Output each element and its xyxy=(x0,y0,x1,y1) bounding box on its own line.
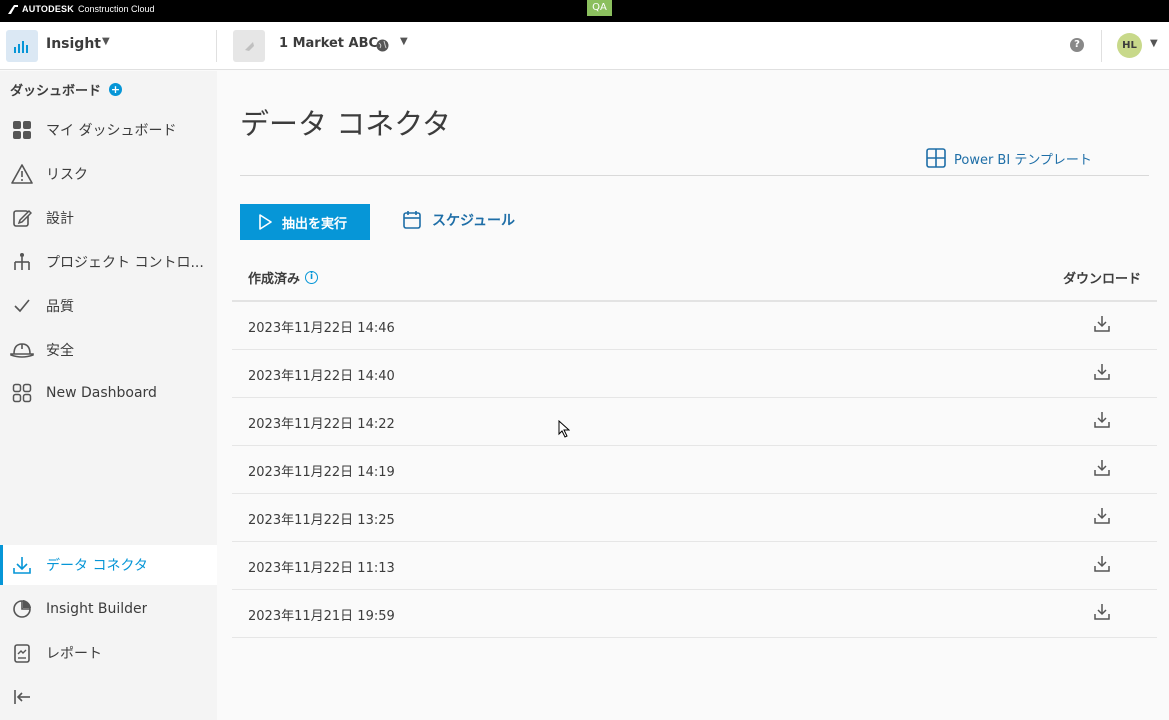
table-row: 2023年11月22日 13:25 xyxy=(232,494,1157,542)
extract-table-body: 2023年11月22日 14:46 2023年11月22日 14:40 2023… xyxy=(232,302,1157,638)
environment-badge: QA xyxy=(587,0,612,16)
mouse-cursor-icon xyxy=(558,420,570,438)
download-icon[interactable] xyxy=(1092,362,1112,382)
user-menu-chevron-icon[interactable]: ▼ xyxy=(1150,38,1158,49)
sidebar-item-new-dashboard[interactable]: New Dashboard xyxy=(0,373,217,413)
sidebar: ダッシュボード + マイ ダッシュボード リスク 設計 プロジェクト コントロ.… xyxy=(0,71,217,720)
schedule-button[interactable]: スケジュール xyxy=(402,210,515,230)
project-icon xyxy=(245,42,254,51)
insight-module-icon[interactable] xyxy=(6,30,38,62)
top-brand-bar: AUTODESK Construction Cloud QA xyxy=(0,0,1169,22)
sidebar-item-label: マイ ダッシュボード xyxy=(46,123,177,139)
sidebar-item-my-dashboard[interactable]: マイ ダッシュボード xyxy=(0,110,217,150)
sidebar-item-quality[interactable]: 品質 xyxy=(0,286,217,326)
created-datetime: 2023年11月22日 13:25 xyxy=(248,513,395,528)
column-header-download: ダウンロード xyxy=(1062,272,1141,287)
sidebar-item-reports[interactable]: レポート xyxy=(0,633,217,673)
table-row: 2023年11月22日 14:40 xyxy=(232,350,1157,398)
sidebar-item-data-connector[interactable]: データ コネクタ xyxy=(0,545,217,585)
pie-icon xyxy=(10,597,34,621)
brand-product: Construction Cloud xyxy=(77,4,155,14)
column-header-created[interactable]: 作成済み i xyxy=(248,268,319,287)
info-icon[interactable]: i xyxy=(305,271,319,284)
title-divider xyxy=(240,175,1149,176)
sidebar-item-insight-builder[interactable]: Insight Builder xyxy=(0,589,217,629)
check-icon xyxy=(10,294,34,318)
app-header: Insight ▼ 1 Market ABC ▼ ? HL ▼ xyxy=(0,22,1169,70)
edit-icon xyxy=(10,206,34,230)
download-icon[interactable] xyxy=(1092,410,1112,430)
calendar-icon xyxy=(403,211,421,229)
play-icon xyxy=(259,214,272,230)
hierarchy-icon xyxy=(10,250,34,274)
header-divider xyxy=(216,30,217,62)
module-switcher[interactable]: Insight xyxy=(46,36,101,52)
schedule-label: スケジュール xyxy=(432,213,516,229)
download-icon xyxy=(10,553,34,577)
bar-chart-icon xyxy=(14,41,28,53)
sidebar-item-design[interactable]: 設計 xyxy=(0,198,217,238)
report-icon xyxy=(10,641,34,665)
sidebar-item-project-controls[interactable]: プロジェクト コントロ... xyxy=(0,242,217,282)
power-bi-template-label: Power BI テンプレート xyxy=(954,152,1092,168)
sidebar-item-label: リスク xyxy=(46,167,88,183)
user-avatar[interactable]: HL xyxy=(1117,33,1142,58)
warning-icon xyxy=(10,162,34,186)
grid-icon xyxy=(10,118,34,142)
collapse-sidebar-button[interactable] xyxy=(0,677,217,717)
download-icon[interactable] xyxy=(1092,554,1112,574)
main-content: データ コネクタ Power BI テンプレート 抽出を実行 スケジュール 作成… xyxy=(217,71,1169,720)
sidebar-item-label: データ コネクタ xyxy=(46,558,148,574)
created-datetime: 2023年11月22日 14:19 xyxy=(248,465,395,480)
column-header-created-label: 作成済み xyxy=(248,272,301,287)
project-selector[interactable]: 1 Market ABC xyxy=(279,36,378,51)
grid-outline-icon xyxy=(10,381,34,405)
collapse-left-icon xyxy=(10,685,34,709)
table-row: 2023年11月22日 14:46 xyxy=(232,302,1157,350)
download-icon[interactable] xyxy=(1092,506,1112,526)
sidebar-item-label: New Dashboard xyxy=(46,385,157,401)
sidebar-item-label: プロジェクト コントロ... xyxy=(46,255,204,271)
table-row: 2023年11月21日 19:59 xyxy=(232,590,1157,638)
table-row: 2023年11月22日 14:19 xyxy=(232,446,1157,494)
autodesk-logo-icon xyxy=(8,4,18,14)
created-datetime: 2023年11月22日 14:40 xyxy=(248,369,395,384)
power-bi-template-link[interactable]: Power BI テンプレート xyxy=(926,148,1092,168)
created-datetime: 2023年11月22日 14:22 xyxy=(248,417,395,432)
sidebar-item-label: 設計 xyxy=(46,211,74,227)
sidebar-item-safety[interactable]: 安全 xyxy=(0,330,217,370)
project-thumbnail[interactable] xyxy=(233,30,265,62)
project-chevron-down-icon[interactable]: ▼ xyxy=(400,36,408,47)
download-icon[interactable] xyxy=(1092,602,1112,622)
help-icon[interactable]: ? xyxy=(1070,38,1084,52)
autodesk-brand: AUTODESK Construction Cloud xyxy=(8,4,155,14)
header-divider xyxy=(1101,30,1102,62)
globe-icon xyxy=(376,39,389,52)
created-datetime: 2023年11月22日 14:46 xyxy=(248,321,395,336)
sidebar-item-label: 安全 xyxy=(46,343,74,359)
hardhat-icon xyxy=(10,338,34,362)
created-datetime: 2023年11月22日 11:13 xyxy=(248,561,395,576)
windows-grid-icon xyxy=(926,148,946,168)
download-icon[interactable] xyxy=(1092,458,1112,478)
sidebar-item-label: レポート xyxy=(46,646,102,662)
add-dashboard-icon[interactable]: + xyxy=(109,83,123,96)
table-row: 2023年11月22日 14:22 xyxy=(232,398,1157,446)
brand-name: AUTODESK xyxy=(22,4,74,14)
run-extract-label: 抽出を実行 xyxy=(282,215,348,231)
created-datetime: 2023年11月21日 19:59 xyxy=(248,609,395,624)
download-icon[interactable] xyxy=(1092,314,1112,334)
sidebar-item-label: 品質 xyxy=(46,299,74,315)
table-row: 2023年11月22日 11:13 xyxy=(232,542,1157,590)
chevron-down-icon[interactable]: ▼ xyxy=(102,36,110,47)
run-extract-button[interactable]: 抽出を実行 xyxy=(240,204,370,240)
table-header: 作成済み i ダウンロード xyxy=(232,257,1157,302)
dashboard-section-header: ダッシュボード + xyxy=(10,80,123,99)
sidebar-item-risk[interactable]: リスク xyxy=(0,154,217,194)
page-title: データ コネクタ xyxy=(240,107,452,141)
sidebar-item-label: Insight Builder xyxy=(46,601,148,617)
section-title: ダッシュボード xyxy=(10,84,102,99)
